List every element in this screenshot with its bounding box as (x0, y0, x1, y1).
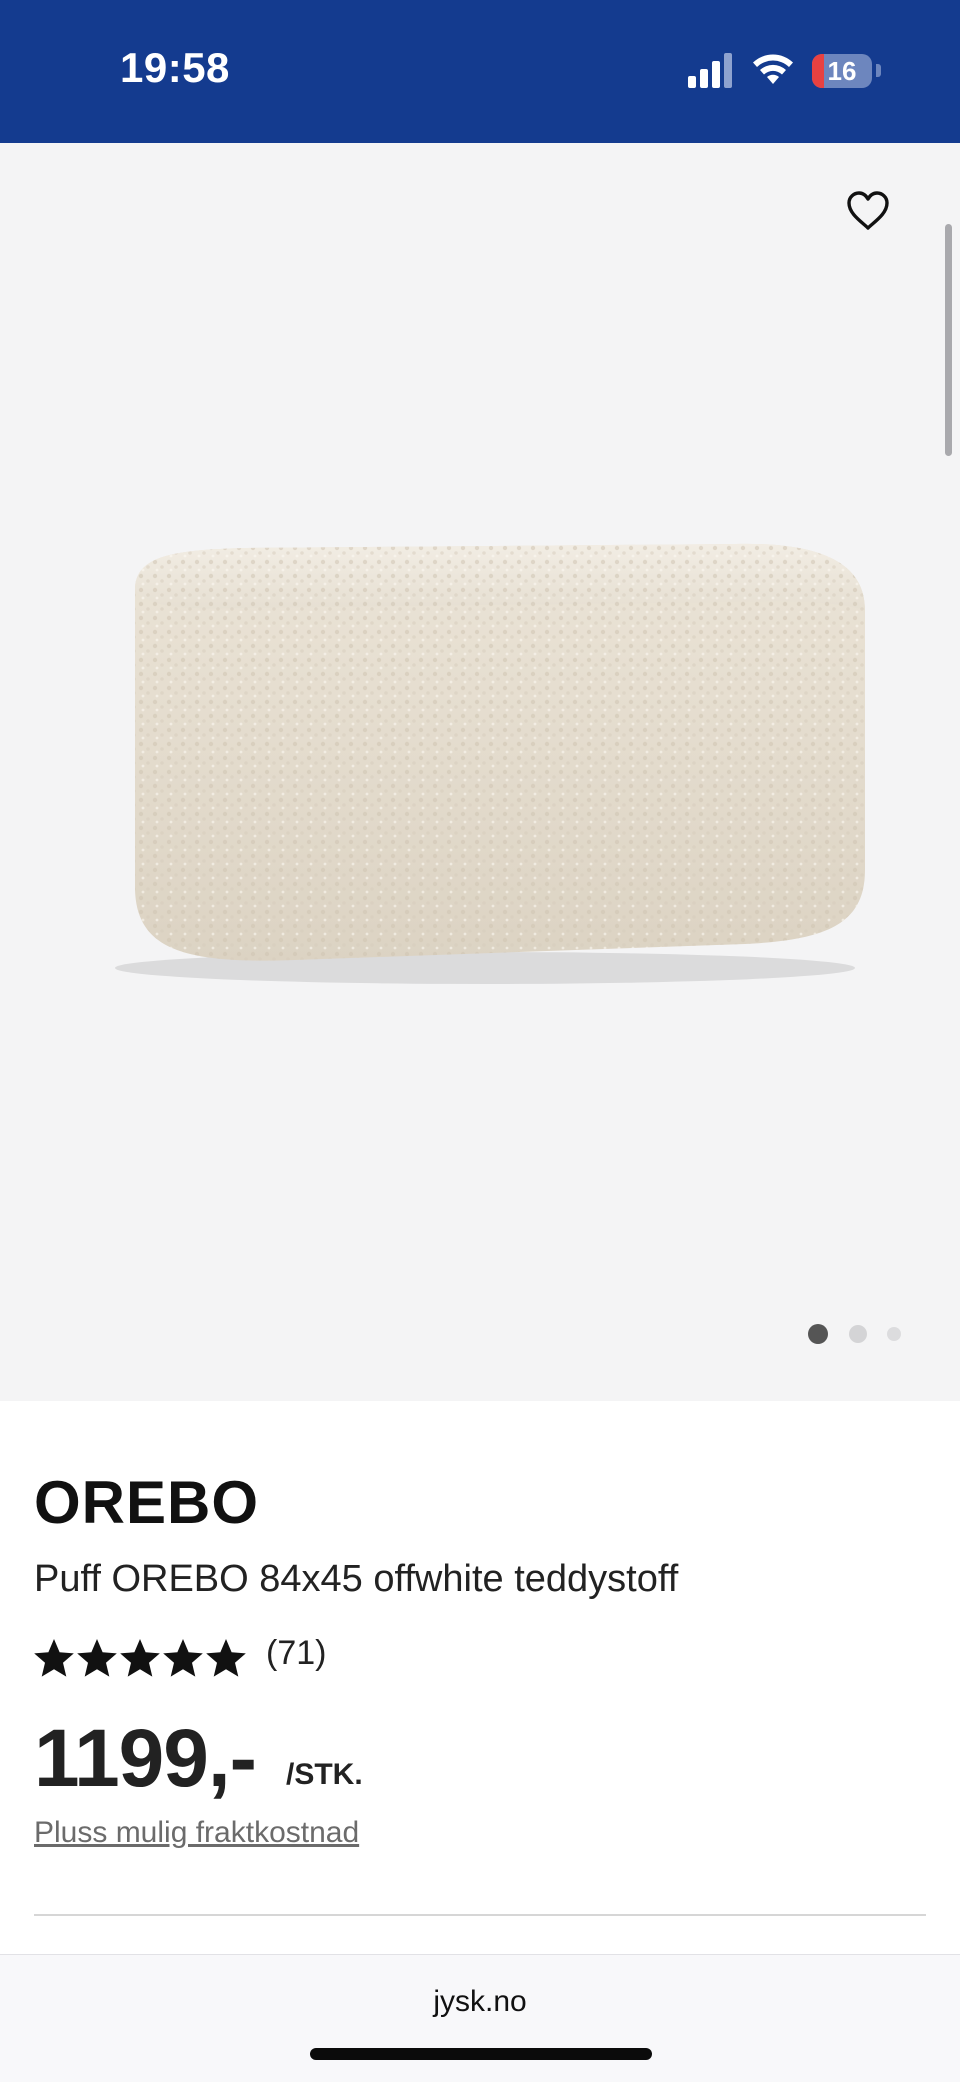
browser-address-bar[interactable]: jysk.no (0, 1954, 960, 2082)
review-count[interactable]: (71) (266, 1634, 326, 1673)
section-divider (34, 1914, 926, 1916)
carousel-dot-active (808, 1324, 828, 1344)
wifi-icon (753, 54, 793, 84)
url-text[interactable]: jysk.no (0, 1985, 960, 2019)
home-indicator[interactable] (310, 2048, 652, 2060)
star-icon (206, 1639, 246, 1677)
star-icon (163, 1639, 203, 1677)
battery-level-text: 16 (827, 56, 857, 86)
carousel-dots[interactable] (806, 1322, 906, 1346)
product-brand: OREBO (34, 1469, 260, 1536)
shipping-cost-link[interactable]: Pluss mulig fraktkostnad (34, 1816, 359, 1850)
status-bar: 19:58 16 (0, 0, 960, 143)
carousel-dot (887, 1327, 901, 1341)
signal-icon (688, 53, 732, 88)
star-rating-icons (34, 1639, 246, 1677)
status-time: 19:58 (120, 44, 230, 91)
product-price: 1199,- (34, 1713, 257, 1804)
price-unit: /STK. (286, 1758, 363, 1791)
carousel-dot (849, 1325, 867, 1343)
scrollbar[interactable] (945, 224, 952, 456)
star-icon (120, 1639, 160, 1677)
battery-cap (876, 64, 881, 77)
product-image[interactable] (95, 530, 875, 1000)
battery-icon: 16 (812, 54, 872, 88)
heart-outline-icon[interactable] (845, 188, 891, 234)
star-icon (34, 1639, 74, 1677)
product-title: Puff OREBO 84x45 offwhite teddystoff (34, 1558, 679, 1600)
star-icon (77, 1639, 117, 1677)
